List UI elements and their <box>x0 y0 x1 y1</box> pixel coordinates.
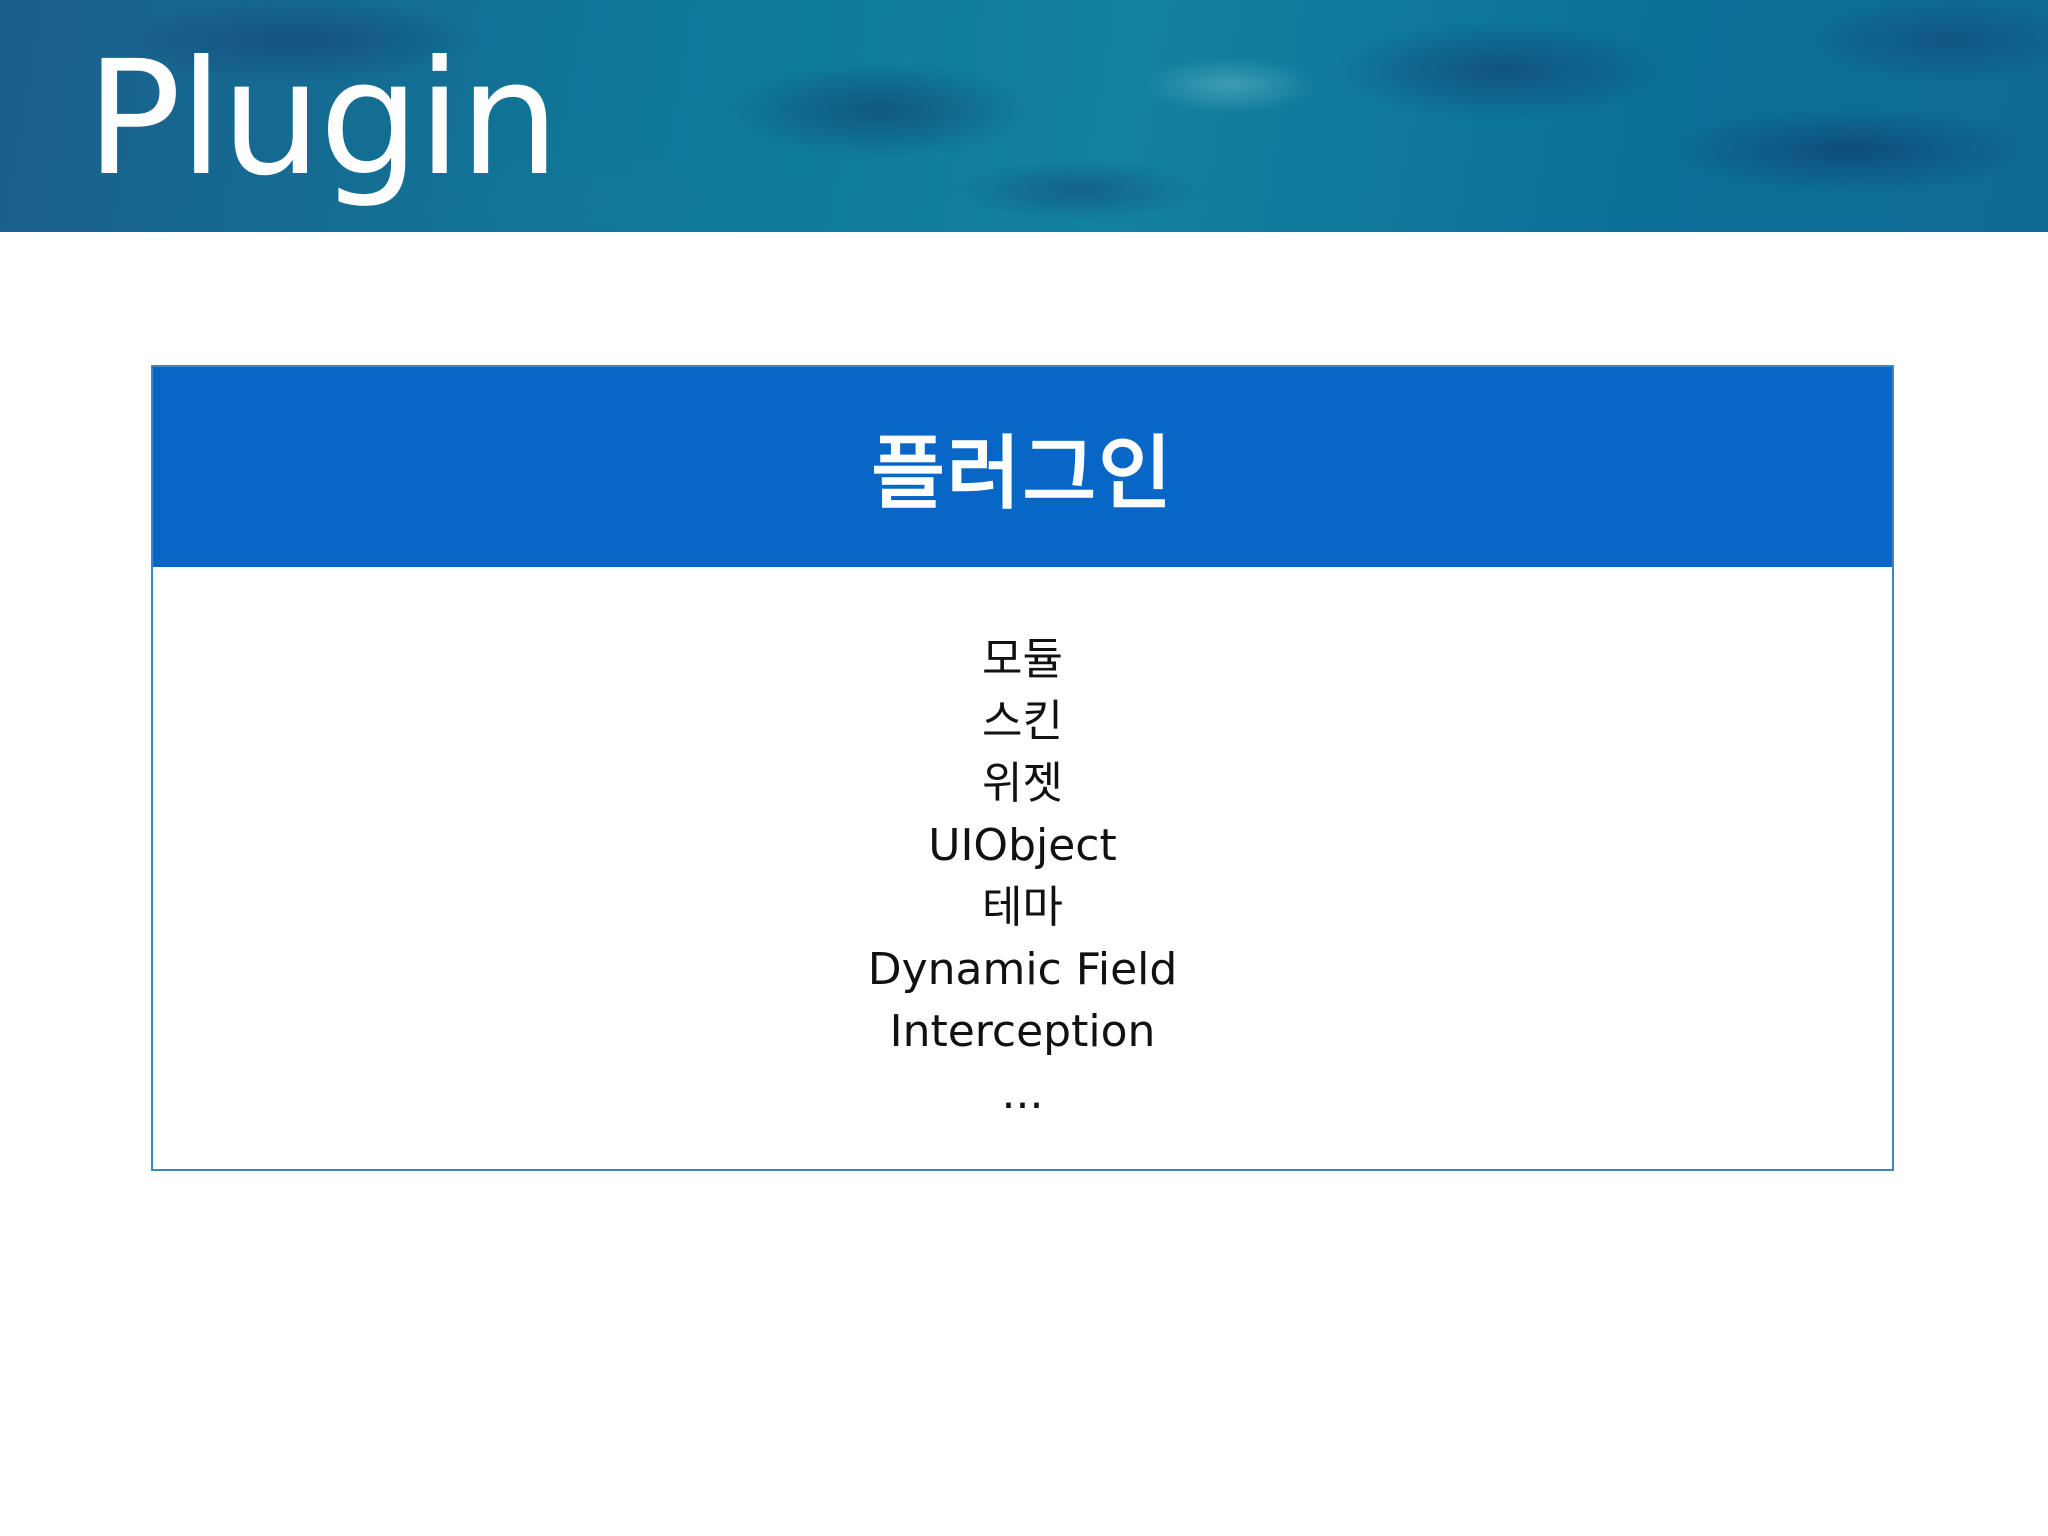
list-item: 스킨 <box>982 696 1063 747</box>
list-item: Interception <box>889 1006 1156 1057</box>
list-item: 테마 <box>982 882 1063 933</box>
slide-title: Plugin <box>86 27 560 211</box>
card-header: 플러그인 <box>153 367 1892 567</box>
list-item: UIObject <box>928 820 1117 871</box>
title-banner: Plugin <box>0 0 2048 232</box>
plugin-type-list: 모듈 스킨 위젯 UIObject 테마 Dynamic Field Inter… <box>153 629 1892 1125</box>
list-item: 위젯 <box>982 758 1063 809</box>
list-item: Dynamic Field <box>867 944 1178 995</box>
plugin-card: 플러그인 모듈 스킨 위젯 UIObject 테마 Dynamic Field … <box>151 365 1894 1171</box>
card-header-title: 플러그인 <box>871 427 1174 520</box>
list-item: 모듈 <box>982 634 1063 685</box>
list-item: ... <box>1001 1068 1044 1119</box>
